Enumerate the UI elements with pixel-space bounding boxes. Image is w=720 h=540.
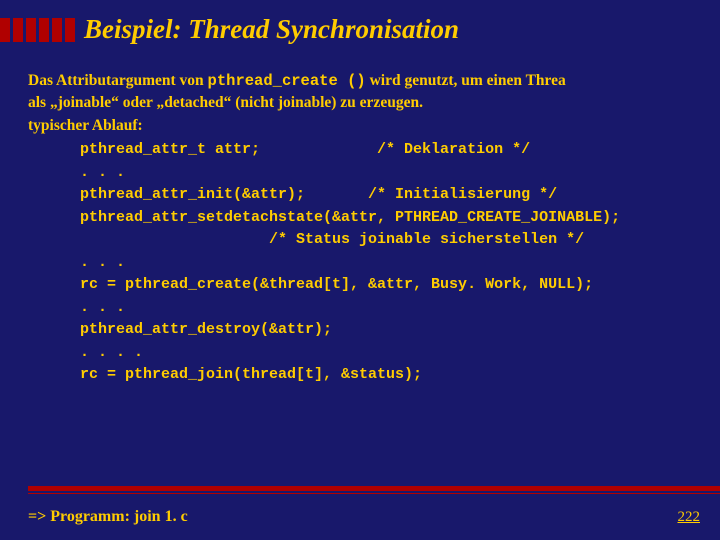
slide-title: Beispiel: Thread Synchronisation: [84, 14, 720, 45]
logo-bars-icon: [0, 18, 75, 42]
intro-text-1: Das Attributargument von: [28, 72, 208, 89]
intro-code: pthread_create (): [208, 72, 366, 90]
code-block: pthread_attr_t attr; /* Deklaration */ .…: [28, 139, 720, 387]
intro-text-2: wird genutzt, um einen Threa: [366, 72, 566, 89]
slide-header: Beispiel: Thread Synchronisation: [0, 0, 720, 58]
footer-text: => Programm: join 1. c: [28, 508, 188, 526]
intro-line-2: als „joinable“ oder „detached“ (nicht jo…: [28, 92, 720, 114]
page-number: 222: [678, 509, 701, 526]
intro-line-3: typischer Ablauf:: [28, 115, 720, 137]
intro-line-1: Das Attributargument von pthread_create …: [28, 70, 720, 92]
footer-divider: [28, 486, 720, 494]
slide-body: Das Attributargument von pthread_create …: [0, 58, 720, 387]
